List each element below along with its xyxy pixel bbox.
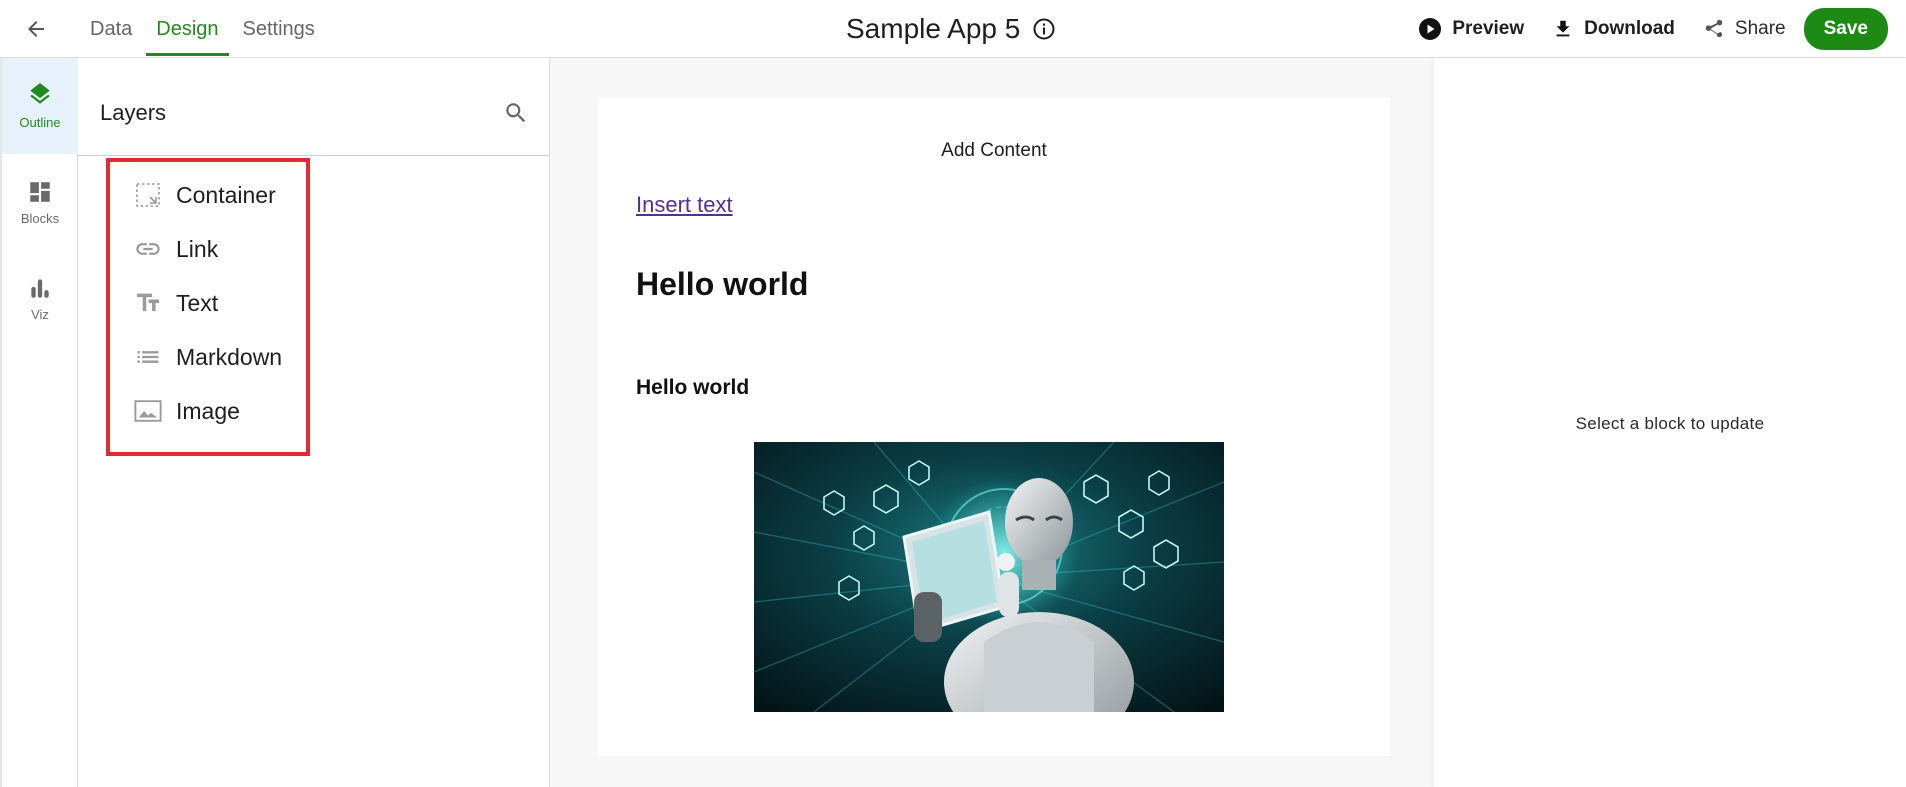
- layers-icon: [30, 82, 50, 104]
- link-icon: [134, 235, 162, 263]
- design-canvas-area: Add Content Insert text Hello world Hell…: [550, 58, 1434, 787]
- share-button[interactable]: Share: [1703, 18, 1786, 40]
- save-button[interactable]: Save: [1803, 8, 1888, 50]
- layer-list: Container Link Text Markdown Image: [106, 158, 310, 456]
- download-button[interactable]: Download: [1552, 18, 1675, 40]
- share-icon: [1705, 19, 1723, 38]
- bar-chart-icon: [31, 278, 49, 298]
- tab-design[interactable]: Design: [144, 0, 230, 58]
- list-icon: [134, 343, 162, 371]
- top-bar: Data Design Settings Sample App 5 Previe…: [0, 0, 1906, 58]
- rail-label-outline: Outline: [19, 114, 61, 130]
- properties-empty-message: Select a block to update: [1575, 414, 1765, 433]
- dashboard-icon: [30, 181, 50, 202]
- back-button[interactable]: [22, 15, 50, 43]
- rail-item-outline[interactable]: Outline: [2, 58, 78, 154]
- rail-item-blocks[interactable]: Blocks: [2, 154, 78, 250]
- download-label: Download: [1584, 18, 1675, 39]
- app-title: Sample App 5: [846, 13, 1021, 44]
- layer-label-markdown: Markdown: [176, 343, 283, 370]
- download-icon: [1556, 20, 1570, 37]
- layer-label-container: Container: [176, 181, 276, 208]
- layers-header: Layers: [78, 58, 549, 156]
- layer-item-image[interactable]: Image: [110, 384, 306, 438]
- add-content-button[interactable]: Add Content: [598, 140, 1390, 162]
- tab-bar: Data Design Settings: [78, 0, 327, 58]
- side-rail: Outline Blocks Viz: [0, 58, 78, 787]
- properties-panel: Select a block to update: [1434, 58, 1906, 787]
- container-icon: [134, 181, 162, 209]
- layer-item-markdown[interactable]: Markdown: [110, 330, 306, 384]
- layer-item-link[interactable]: Link: [110, 222, 306, 276]
- header-actions: Preview Download Share Save: [1418, 8, 1888, 50]
- layer-label-link: Link: [176, 235, 219, 262]
- app-title-group: Sample App 5: [846, 13, 1056, 45]
- layers-panel: Layers Container Link Text Markdown Imag…: [78, 58, 550, 787]
- tab-settings[interactable]: Settings: [231, 0, 327, 58]
- insert-text-link[interactable]: Insert text: [636, 192, 733, 218]
- rail-item-viz[interactable]: Viz: [2, 250, 78, 346]
- rail-label-viz: Viz: [31, 306, 49, 322]
- layer-item-text[interactable]: Text: [110, 276, 306, 330]
- preview-button[interactable]: Preview: [1418, 17, 1524, 41]
- heading-small[interactable]: Hello world: [636, 376, 749, 400]
- info-icon[interactable]: [1032, 17, 1056, 41]
- layer-item-container[interactable]: Container: [110, 168, 306, 222]
- layer-label-text: Text: [176, 289, 219, 316]
- tab-data[interactable]: Data: [78, 0, 144, 58]
- share-label: Share: [1734, 18, 1786, 39]
- text-icon: [134, 289, 162, 317]
- layer-label-image: Image: [176, 397, 240, 424]
- robot-hero-image[interactable]: [754, 442, 1224, 712]
- image-icon: [134, 397, 162, 425]
- search-icon[interactable]: [501, 98, 531, 128]
- heading-large[interactable]: Hello world: [636, 266, 808, 303]
- rail-label-blocks: Blocks: [20, 210, 60, 226]
- arrow-left-icon: [28, 21, 44, 37]
- preview-label: Preview: [1452, 18, 1525, 39]
- page-canvas[interactable]: Add Content Insert text Hello world Hell…: [598, 98, 1390, 756]
- layers-title: Layers: [100, 100, 167, 125]
- play-circle-icon: [1419, 18, 1442, 40]
